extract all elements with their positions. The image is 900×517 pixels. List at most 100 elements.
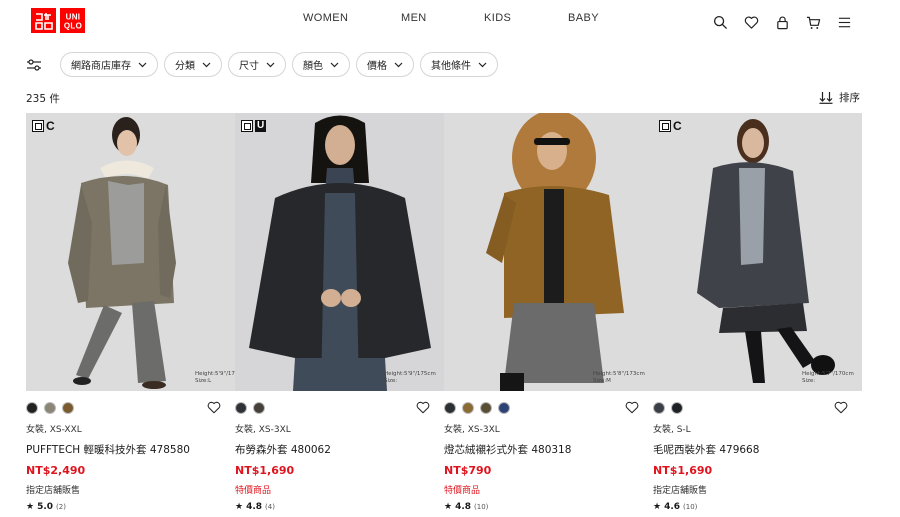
product-price: NT$1,690	[235, 464, 295, 477]
filter-category[interactable]: 分類	[164, 52, 222, 77]
filter-size[interactable]: 尺寸	[228, 52, 286, 77]
product-card[interactable]: Height:5'8"/173cm Size:M 女裝, XS-3XL 燈芯絨襯…	[444, 113, 653, 512]
chevron-down-icon	[330, 62, 339, 67]
filter-label: 尺寸	[239, 61, 259, 72]
product-card[interactable]: C Height:5'9"/175cm Size:L 女裝, XS-XXL PU…	[26, 113, 235, 512]
filter-bar: 網路商店庫存 分類 尺寸 顏色 價格 其他條件	[26, 52, 504, 77]
product-meta: 女裝, S-L	[653, 425, 691, 435]
header-icon-group	[705, 12, 860, 32]
favorite-heart-icon[interactable]	[834, 401, 848, 414]
product-name[interactable]: 燈芯絨襯衫式外套 480318	[444, 442, 653, 457]
heart-icon[interactable]	[736, 12, 767, 32]
review-count: (4)	[265, 503, 275, 511]
color-swatch[interactable]	[462, 402, 474, 414]
color-swatches	[26, 401, 235, 415]
product-photo[interactable]: C Height:5'7"/170cm Size:	[653, 113, 862, 391]
rating-average: 4.8	[455, 502, 472, 512]
model-photo-jacket-black	[235, 113, 444, 391]
model-photo-jacket-taupe	[26, 113, 235, 391]
color-swatch[interactable]	[653, 402, 665, 414]
product-name[interactable]: 布勞森外套 480062	[235, 442, 444, 457]
filter-label: 其他條件	[431, 61, 471, 72]
favorite-heart-icon[interactable]	[625, 401, 639, 414]
color-swatch[interactable]	[62, 402, 74, 414]
rating-average: 4.8	[246, 502, 263, 512]
product-photo[interactable]: U Height:5'9"/175cm Size:	[235, 113, 444, 391]
favorite-heart-icon[interactable]	[416, 401, 430, 414]
product-name[interactable]: 毛呢西裝外套 479668	[653, 442, 862, 457]
sort-icon	[819, 92, 833, 104]
filter-price[interactable]: 價格	[356, 52, 414, 77]
product-rating: ★ 4.8 (10)	[444, 502, 653, 512]
product-rating: ★ 5.0 (2)	[26, 502, 235, 512]
search-icon[interactable]	[705, 12, 736, 32]
badge-label: U	[255, 120, 267, 132]
badge-mark-icon	[241, 120, 253, 132]
review-count: (2)	[56, 503, 66, 511]
color-swatches	[444, 401, 653, 415]
nav-men[interactable]: MEN	[401, 12, 427, 24]
badge-mark-icon	[659, 120, 671, 132]
product-name[interactable]: PUFFTECH 輕暖科技外套 478580	[26, 442, 235, 457]
model-size-caption: Height:5'8"/173cm Size:M	[593, 371, 645, 384]
star-icon: ★	[444, 502, 453, 512]
color-swatch[interactable]	[253, 402, 265, 414]
star-icon: ★	[235, 502, 244, 512]
uniqlo-c-badge: C	[32, 120, 55, 132]
model-size-caption: Height:5'9"/175cm Size:	[384, 371, 436, 384]
color-swatch[interactable]	[44, 402, 56, 414]
color-swatch[interactable]	[444, 402, 456, 414]
cart-icon[interactable]	[798, 12, 829, 32]
menu-icon[interactable]	[829, 12, 860, 32]
filter-sliders-icon[interactable]	[26, 56, 44, 74]
color-swatch[interactable]	[480, 402, 492, 414]
sort-label: 排序	[839, 92, 860, 104]
chevron-down-icon	[202, 62, 211, 67]
account-icon[interactable]	[767, 12, 798, 32]
filter-label: 分類	[175, 61, 195, 72]
product-card[interactable]: U Height:5'9"/175cm Size: 女裝, XS-3XL 布勞森…	[235, 113, 444, 512]
color-swatch[interactable]	[235, 402, 247, 414]
product-meta: 女裝, XS-3XL	[235, 425, 291, 435]
color-swatch[interactable]	[498, 402, 510, 414]
filter-color[interactable]: 顏色	[292, 52, 350, 77]
product-card[interactable]: C Height:5'7"/170cm Size: 女裝, S-L 毛呢西裝外套…	[653, 113, 862, 512]
uniqlo-c-badge: C	[659, 120, 682, 132]
product-price: NT$1,690	[653, 464, 713, 477]
filter-other[interactable]: 其他條件	[420, 52, 498, 77]
badge-label: C	[673, 119, 682, 133]
star-icon: ★	[653, 502, 662, 512]
star-icon: ★	[26, 502, 35, 512]
product-rating: ★ 4.6 (10)	[653, 502, 862, 512]
product-photo[interactable]: C Height:5'9"/175cm Size:L	[26, 113, 235, 391]
product-meta: 女裝, XS-3XL	[444, 425, 500, 435]
uniqlo-u-badge: U	[241, 120, 267, 132]
chevron-down-icon	[478, 62, 487, 67]
result-count: 235 件	[26, 93, 60, 105]
rating-average: 4.6	[664, 502, 681, 512]
sort-button[interactable]: 排序	[819, 90, 860, 105]
color-swatch[interactable]	[671, 402, 683, 414]
review-count: (10)	[683, 503, 698, 511]
product-meta: 女裝, XS-XXL	[26, 425, 82, 435]
badge-label: C	[46, 119, 55, 133]
nav-baby[interactable]: BABY	[568, 12, 599, 24]
product-price: NT$790	[444, 464, 492, 477]
favorite-heart-icon[interactable]	[207, 401, 221, 414]
nav-women[interactable]: WOMEN	[303, 12, 348, 24]
filter-label: 顏色	[303, 61, 323, 72]
filter-label: 價格	[367, 61, 387, 72]
model-size-caption: Height:5'7"/170cm Size:	[802, 371, 854, 384]
product-note: 特價商品	[444, 486, 481, 496]
chevron-down-icon	[138, 62, 147, 67]
product-photo[interactable]: Height:5'8"/173cm Size:M	[444, 113, 653, 391]
product-price: NT$2,490	[26, 464, 86, 477]
model-photo-corduroy-brown	[444, 113, 653, 391]
color-swatch[interactable]	[26, 402, 38, 414]
product-rating: ★ 4.8 (4)	[235, 502, 444, 512]
filter-online-stock[interactable]: 網路商店庫存	[60, 52, 158, 77]
chevron-down-icon	[394, 62, 403, 67]
nav-kids[interactable]: KIDS	[484, 12, 511, 24]
rating-average: 5.0	[37, 502, 54, 512]
product-note: 指定店舖販售	[653, 486, 708, 496]
